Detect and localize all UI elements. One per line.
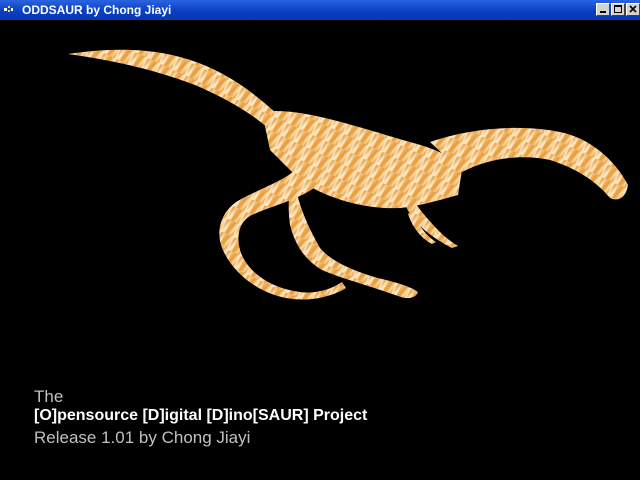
maximize-icon (614, 5, 622, 13)
close-icon (629, 5, 637, 13)
app-icon[interactable] (4, 5, 14, 15)
minimize-button[interactable] (596, 3, 610, 16)
app-window: ODDSAUR by Chong Jiayi The [O]pensource … (0, 0, 640, 480)
caption-project-title: [O]pensource [D]igital [D]ino[SAUR] Proj… (34, 407, 368, 424)
maximize-button[interactable] (611, 3, 625, 16)
window-title: ODDSAUR by Chong Jiayi (22, 3, 172, 17)
render-viewport[interactable]: The [O]pensource [D]igital [D]ino[SAUR] … (0, 20, 640, 480)
minimize-icon (600, 11, 606, 13)
close-button[interactable] (626, 3, 640, 16)
caption-release: Release 1.01 by Chong Jiayi (34, 428, 251, 447)
caption-line-1: The (34, 387, 64, 406)
title-bar[interactable]: ODDSAUR by Chong Jiayi (0, 0, 640, 20)
